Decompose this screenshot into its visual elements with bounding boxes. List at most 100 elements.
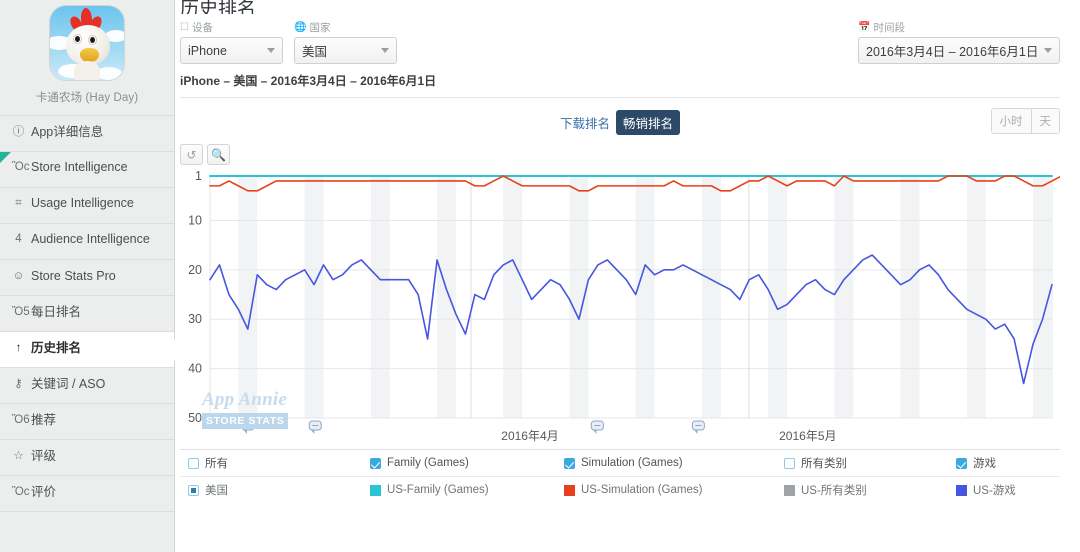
checkbox-icon[interactable] xyxy=(956,458,967,469)
key-icon: ⚷ xyxy=(12,377,25,392)
info-icon: ⓘ xyxy=(12,125,25,140)
filter-summary: iPhone – 美国 – 2016年3月4日 – 2016年6月1日 xyxy=(180,72,1060,89)
annotation-marker-2[interactable] xyxy=(591,421,603,434)
device-select[interactable]: iPhone xyxy=(180,37,283,64)
legend-series-label: 美国 xyxy=(205,482,228,498)
country-label: 国家 xyxy=(309,20,330,35)
annotation-marker-3[interactable] xyxy=(692,421,704,434)
legend-filter-3[interactable]: 所有类别 xyxy=(784,455,956,471)
sidebar-item-10[interactable]: Ὂc 评价 xyxy=(0,476,174,512)
book-icon: Ὅ6 xyxy=(12,413,25,428)
weekend-band xyxy=(636,176,655,418)
unit-day-button[interactable]: 天 xyxy=(1031,109,1060,133)
tab-grossing-rank[interactable]: 畅销排名 xyxy=(616,110,680,135)
sidebar-item-label: Audience Intelligence xyxy=(31,232,166,247)
sidebar-item-8[interactable]: Ὅ6 推荐 xyxy=(0,404,174,440)
weekend-band xyxy=(305,176,324,418)
country-label-group: 🌐 国家 xyxy=(294,20,397,35)
legend-series-0[interactable]: 美国 xyxy=(188,482,370,498)
sidebar-item-2[interactable]: ⌗ Usage Intelligence xyxy=(0,188,174,224)
sidebar-item-label: Store Stats Pro xyxy=(31,269,166,284)
color-swatch-icon[interactable] xyxy=(564,485,575,496)
app-root: 卡通农场 (Hay Day) ⓘ App详细信息 Ὃc Store Intellige… xyxy=(0,0,1080,552)
weekend-band xyxy=(570,176,589,418)
new-flag-icon xyxy=(0,152,11,163)
annotation-marker-1[interactable] xyxy=(309,421,321,434)
comment-tail xyxy=(694,430,697,434)
sidebar-item-label: Usage Intelligence xyxy=(31,196,166,211)
weekend-band xyxy=(437,176,456,418)
annotation-marker-0[interactable] xyxy=(242,421,254,434)
sidebar-item-4[interactable]: ☺ Store Stats Pro xyxy=(0,260,174,296)
sidebar-nav: ⓘ App详细信息 Ὃc Store Intelligence ⌗ Usage Intel… xyxy=(0,115,174,512)
checkbox-icon[interactable] xyxy=(188,458,199,469)
sidebar-item-6[interactable]: ↑ 历史排名 xyxy=(0,332,174,368)
legend-filter-1[interactable]: Family (Games) xyxy=(370,457,564,469)
daterange-select[interactable]: 2016年3月4日 – 2016年6月1日 xyxy=(858,37,1060,64)
legend-filter-0[interactable]: 所有 xyxy=(188,455,370,471)
sidebar-item-label: 每日排名 xyxy=(31,305,166,320)
legend-series-4[interactable]: US-游戏 xyxy=(956,482,1016,498)
zoom-button[interactable]: 🔍 xyxy=(207,144,230,165)
weekend-band xyxy=(503,176,522,418)
calendar-icon: 📅 xyxy=(858,22,870,33)
radio-icon[interactable] xyxy=(188,485,199,496)
sidebar-item-7[interactable]: ⚷ 关键词 / ASO xyxy=(0,368,174,404)
legend-series-2[interactable]: US-Simulation (Games) xyxy=(564,484,784,496)
weekend-band xyxy=(967,176,986,418)
legend-series-label: US-Family (Games) xyxy=(387,484,489,496)
sidebar-item-label: App详细信息 xyxy=(31,125,166,140)
calendar-icon: Ὄ5 xyxy=(12,305,25,320)
sidebar-item-label: 评级 xyxy=(31,449,166,464)
sidebar-item-1[interactable]: Ὃc Store Intelligence xyxy=(0,152,174,188)
weekend-band xyxy=(371,176,390,418)
weekend-band xyxy=(901,176,920,418)
sidebar-item-label: 关键词 / ASO xyxy=(31,377,166,392)
device-label: 设备 xyxy=(192,20,213,35)
legend-row-series: 美国 US-Family (Games) US-Simulation (Games)… xyxy=(180,476,1060,503)
checkbox-icon[interactable] xyxy=(784,458,795,469)
reset-zoom-button[interactable]: ↺ xyxy=(180,144,203,165)
y-axis-tick-label: 10 xyxy=(188,213,202,227)
chart-svg: 1 10 20 30 40 50 2016年4月 2016年5月 xyxy=(180,168,1060,443)
time-unit-toggle: 小时 天 xyxy=(991,108,1061,134)
country-value: 美国 xyxy=(302,41,327,60)
sidebar-item-9[interactable]: ☆ 评级 xyxy=(0,440,174,476)
sidebar: 卡通农场 (Hay Day) ⓘ App详细信息 Ὃc Store Intellige… xyxy=(0,0,175,552)
color-swatch-icon[interactable] xyxy=(956,485,967,496)
y-axis-tick-label: 20 xyxy=(188,263,202,277)
unit-hour-button[interactable]: 小时 xyxy=(992,109,1031,133)
x-axis-tick-label: 2016年5月 xyxy=(779,429,836,443)
tab-download-rank[interactable]: 下载排名 xyxy=(560,113,610,132)
sidebar-item-3[interactable]: ὆4 Audience Intelligence xyxy=(0,224,174,260)
sidebar-item-label: 推荐 xyxy=(31,413,166,428)
device-value: iPhone xyxy=(188,44,227,58)
star-icon: ☆ xyxy=(12,449,25,464)
legend-series-label: US-游戏 xyxy=(973,482,1016,498)
up-arrow-icon: ↑ xyxy=(12,341,25,356)
sidebar-item-0[interactable]: ⓘ App详细信息 xyxy=(0,116,174,152)
y-axis-tick-label: 50 xyxy=(188,411,202,425)
legend-filter-label: Simulation (Games) xyxy=(581,457,683,469)
weekend-band xyxy=(702,176,721,418)
comment-tail xyxy=(311,430,314,434)
legend-series-3[interactable]: US-所有类别 xyxy=(784,482,956,498)
sidebar-item-5[interactable]: Ὄ5 每日排名 xyxy=(0,296,174,332)
filter-controls: ☐ 设备 iPhone 🌐 国家 美国 📅 时间段 2016年3月4日 – 20… xyxy=(180,20,1060,64)
checkbox-icon[interactable] xyxy=(564,458,575,469)
country-select[interactable]: 美国 xyxy=(294,37,397,64)
chart-toolbar: ↺ 🔍 xyxy=(180,144,1060,165)
chart-container: ↺ 🔍 1 10 20 30 40 50 2016年4月 2016年5月 App Annie … xyxy=(180,144,1060,443)
y-axis-tick-label: 30 xyxy=(188,312,202,326)
rank-history-chart[interactable]: 1 10 20 30 40 50 2016年4月 2016年5月 App Annie STOR… xyxy=(180,168,1060,443)
checkbox-icon[interactable] xyxy=(370,458,381,469)
plot-background xyxy=(210,176,1052,418)
color-swatch-icon[interactable] xyxy=(784,485,795,496)
legend-series-label: US-Simulation (Games) xyxy=(581,484,702,496)
daterange-label: 时间段 xyxy=(873,20,905,35)
color-swatch-icon[interactable] xyxy=(370,485,381,496)
legend-filter-2[interactable]: Simulation (Games) xyxy=(564,457,784,469)
legend-filter-4[interactable]: 游戏 xyxy=(956,455,996,471)
legend-series-1[interactable]: US-Family (Games) xyxy=(370,484,564,496)
app-header: 卡通农场 (Hay Day) xyxy=(0,0,174,115)
